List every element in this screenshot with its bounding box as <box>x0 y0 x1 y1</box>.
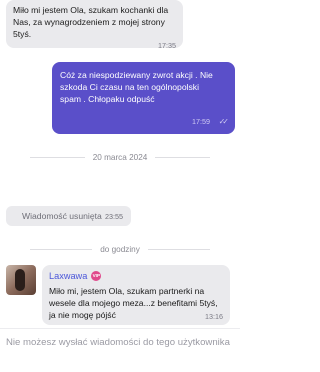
message-text: Cóż za niespodziewany zwrot akcji . Nie … <box>60 70 213 104</box>
sender-row: Laxwawa VIP <box>49 270 223 282</box>
avatar[interactable] <box>6 265 36 295</box>
time-divider-label: do godziny <box>100 244 140 254</box>
message-time: 23:55 <box>105 211 123 221</box>
message-bubble-incoming[interactable]: Miło mi jestem Ola, szukam kochanki dla … <box>6 0 183 50</box>
message-bubble-incoming[interactable]: Laxwawa VIP Miło mi, jestem Ola, szukam … <box>42 265 230 325</box>
date-divider-label: 20 marca 2024 <box>92 152 148 162</box>
message-time: 13:16 <box>205 312 223 321</box>
vip-badge: VIP <box>91 271 102 281</box>
time-divider: do godziny <box>0 243 240 255</box>
date-divider: 20 marca 2024 <box>0 151 240 163</box>
divider-line <box>30 248 93 250</box>
message-bubble-outgoing[interactable]: Cóż za niespodziewany zwrot akcji . Nie … <box>52 62 235 134</box>
footer-notice: Nie możesz wysłać wiadomości do tego uży… <box>0 328 240 372</box>
chat-area[interactable]: Miło mi jestem Ola, szukam kochanki dla … <box>0 0 240 328</box>
sender-name[interactable]: Laxwawa <box>49 271 87 281</box>
message-text: Miło mi jestem Ola, szukam kochanki dla … <box>13 5 169 39</box>
double-check-icon: ✓✓ <box>218 117 230 126</box>
footer-notice-text: Nie możesz wysłać wiadomości do tego uży… <box>6 337 230 348</box>
divider-line <box>147 248 211 250</box>
deleted-message-bubble: Wiadomość usunięta 23:55 <box>6 206 131 226</box>
message-time: 17:59 <box>192 117 210 126</box>
message-time: 17:35 <box>158 41 176 50</box>
message-text: Miło mi, jestem Ola, szukam partnerki na… <box>49 286 218 320</box>
divider-line <box>30 156 85 158</box>
divider-line <box>155 156 210 158</box>
deleted-message-text: Wiadomość usunięta <box>22 211 102 221</box>
